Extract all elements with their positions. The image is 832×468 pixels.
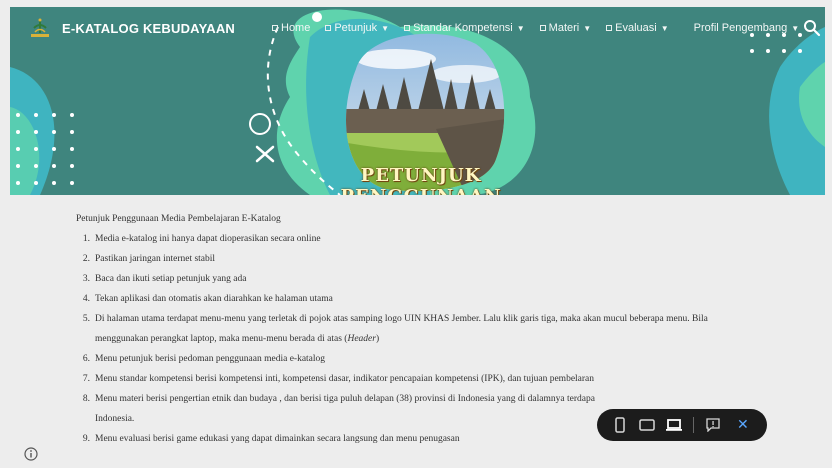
nav-evaluasi[interactable]: Evaluasi ▼ bbox=[606, 22, 669, 34]
step-number: 1. bbox=[82, 234, 90, 244]
nav-materi-label: Materi bbox=[548, 22, 580, 34]
feedback-button[interactable] bbox=[704, 416, 722, 434]
step-text: Baca dan ikuti setiap petunjuk yang ada bbox=[95, 274, 247, 284]
nav-profil-pengembang[interactable]: Profil Pengembang ▼ bbox=[694, 22, 799, 34]
step-text: Media e-katalog ini hanya dapat dioperas… bbox=[95, 234, 321, 244]
laptop-view-icon bbox=[666, 419, 682, 431]
close-icon[interactable]: ✕ bbox=[737, 417, 749, 433]
step-text: Di halaman utama terdapat menu-menu yang… bbox=[95, 309, 736, 349]
step-number: 4. bbox=[82, 294, 90, 304]
step-text-main: Menu materi berisi pengertian etnik dan … bbox=[95, 394, 595, 404]
menu-square-icon bbox=[606, 25, 613, 31]
brand[interactable]: E-KATALOG KEBUDAYAAN bbox=[28, 13, 235, 43]
chevron-down-icon: ▼ bbox=[583, 23, 592, 33]
step-text-main: Di halaman utama terdapat menu-menu yang… bbox=[95, 314, 708, 344]
page-title: Petunjuk Penggunaan Media Pembelajaran E… bbox=[76, 214, 281, 224]
step-number: 9. bbox=[82, 434, 90, 444]
list-item: 6. Menu petunjuk berisi pedoman pengguna… bbox=[76, 349, 736, 369]
step-number: 6. bbox=[82, 354, 90, 364]
nav-evaluasi-label: Evaluasi bbox=[615, 22, 657, 34]
tablet-view-icon bbox=[639, 419, 655, 431]
list-item: 2. Pastikan jaringan internet stabil bbox=[76, 249, 736, 269]
laptop-view-button[interactable] bbox=[665, 416, 683, 434]
hero-banner: E-KATALOG KEBUDAYAAN Home Petunjuk ▼ Sta… bbox=[10, 7, 825, 195]
menu-square-icon bbox=[272, 25, 278, 31]
step-text: Menu petunjuk berisi pedoman penggunaan … bbox=[95, 354, 326, 364]
logo-uin-khas-icon bbox=[31, 18, 49, 37]
tablet-view-button[interactable] bbox=[638, 416, 656, 434]
mobile-view-button[interactable] bbox=[611, 416, 629, 434]
toolbar-divider bbox=[693, 417, 694, 433]
nav-profil-pengembang-label: Profil Pengembang bbox=[693, 22, 788, 34]
site-title: E-KATALOG KEBUDAYAAN bbox=[62, 20, 236, 36]
device-preview-toolbar: ✕ bbox=[597, 409, 767, 441]
step-number: 5. bbox=[82, 314, 90, 324]
step-text: Pastikan jaringan internet stabil bbox=[95, 254, 216, 264]
petunjuk-banner-text: PETUNJUK PENGGUNAAN bbox=[341, 165, 501, 195]
list-item: 3. Baca dan ikuti setiap petunjuk yang a… bbox=[76, 269, 736, 289]
search-icon[interactable] bbox=[803, 19, 821, 37]
step-number: 7. bbox=[82, 374, 90, 384]
step-number: 3. bbox=[82, 274, 90, 284]
step-number: 8. bbox=[82, 394, 90, 404]
step-text: Tekan aplikasi dan otomatis akan diarahk… bbox=[95, 294, 333, 304]
chevron-down-icon: ▼ bbox=[660, 23, 669, 33]
feedback-icon bbox=[706, 418, 720, 432]
nav-materi[interactable]: Materi ▼ bbox=[539, 22, 592, 34]
nav-home[interactable]: Home bbox=[272, 22, 310, 34]
chevron-down-icon: ▼ bbox=[791, 23, 800, 33]
step-text: Menu standar kompetensi berisi kompetens… bbox=[95, 374, 595, 384]
list-item: 5. Di halaman utama terdapat menu-menu y… bbox=[76, 309, 736, 349]
info-icon[interactable] bbox=[24, 447, 38, 461]
list-item: 7. Menu standar kompetensi berisi kompet… bbox=[76, 369, 736, 389]
mobile-view-icon bbox=[615, 417, 625, 433]
step-text-continued: Indonesia. bbox=[95, 414, 135, 424]
step-text-tail: ) bbox=[375, 334, 380, 344]
step-text-emphasis: Header bbox=[347, 334, 376, 344]
list-item: 1. Media e-katalog ini hanya dapat diope… bbox=[76, 229, 736, 249]
step-number: 2. bbox=[82, 254, 90, 264]
chevron-down-icon: ▼ bbox=[516, 23, 525, 33]
list-item: 4. Tekan aplikasi dan otomatis akan diar… bbox=[76, 289, 736, 309]
menu-square-icon bbox=[325, 25, 332, 31]
menu-square-icon bbox=[539, 25, 546, 31]
nav-home-label: Home bbox=[281, 22, 311, 34]
